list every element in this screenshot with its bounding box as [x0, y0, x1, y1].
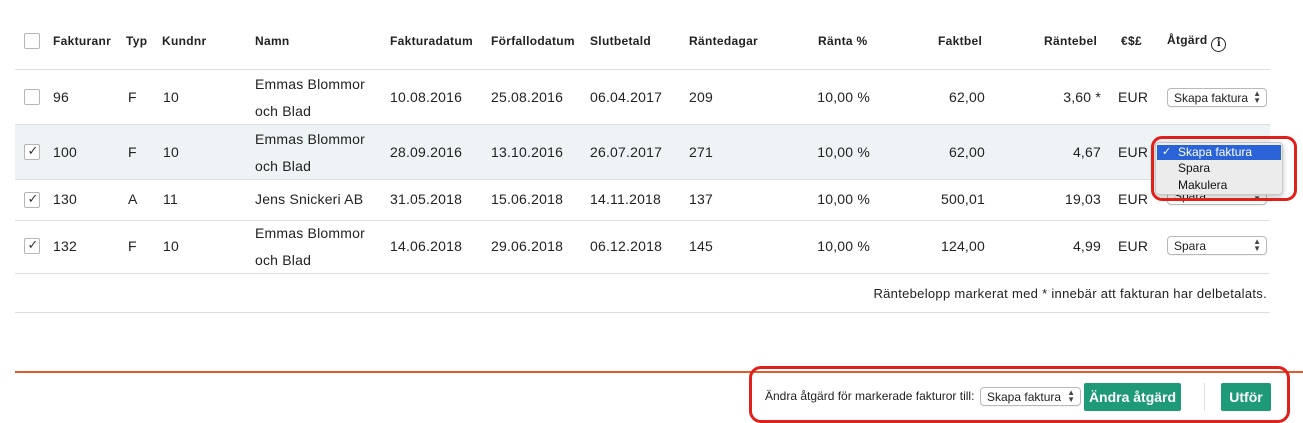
cell-slutbetald: 26.07.2017	[590, 144, 663, 160]
table-row[interactable]: 96 F 10 Emmas Blommor och Blad 10.08.201…	[15, 70, 1270, 125]
cell-typ: A	[128, 191, 138, 207]
row-checkbox[interactable]: ✓	[24, 191, 40, 208]
cell-rantedagar: 137	[689, 191, 713, 207]
check-icon: ✓	[27, 191, 39, 206]
cell-kundnr: 11	[163, 191, 178, 207]
info-icon[interactable]: i	[1211, 37, 1227, 52]
cell-faktbel: 500,01	[940, 191, 985, 207]
cell-namn-line2: och Blad	[255, 103, 312, 119]
cell-forfallodatum: 15.06.2018	[491, 191, 564, 207]
cell-rantedagar: 271	[689, 144, 713, 160]
row-checkbox[interactable]: ✓	[24, 237, 40, 254]
cell-fakturanr: 130	[53, 191, 77, 207]
cell-ranta: 10,00 %	[817, 89, 870, 105]
check-icon: ✓	[27, 143, 39, 158]
cell-forfallodatum: 29.06.2018	[491, 238, 564, 254]
cell-namn-line2: och Blad	[255, 252, 312, 268]
select-arrows-icon: ▲▼	[1253, 89, 1261, 105]
cell-forfallodatum: 25.08.2016	[491, 89, 564, 105]
cell-fakturanr: 96	[53, 89, 69, 105]
cell-ranta: 10,00 %	[817, 238, 870, 254]
col-namn[interactable]: Namn	[255, 34, 290, 48]
cell-typ: F	[128, 89, 137, 105]
row-checkbox[interactable]	[24, 89, 40, 105]
col-atgard-label: Åtgärd	[1167, 33, 1208, 47]
select-all-checkbox[interactable]	[24, 33, 40, 49]
col-ranta[interactable]: Ränta %	[818, 34, 867, 48]
table-row[interactable]: ✓ 130 A 11 Jens Snickeri AB 31.05.2018 1…	[15, 180, 1270, 221]
cell-namn-line1: Emmas Blommor	[255, 225, 365, 241]
cell-faktbel: 62,00	[948, 89, 985, 105]
check-icon: ✓	[27, 237, 39, 252]
partial-payment-note: Räntebelopp markerat med * innebär att f…	[873, 286, 1267, 301]
cell-rantebel: 4,99	[1072, 238, 1101, 254]
cell-ranta: 10,00 %	[817, 191, 870, 207]
cell-fakturanr: 100	[53, 144, 77, 160]
cell-namn-line1: Jens Snickeri AB	[255, 191, 364, 207]
cell-fakturadatum: 10.08.2016	[390, 89, 463, 105]
cell-valuta: EUR	[1118, 191, 1149, 207]
cell-kundnr: 10	[163, 144, 179, 160]
cell-namn-line1: Emmas Blommor	[255, 76, 365, 92]
cell-faktbel: 62,00	[948, 144, 985, 160]
cell-kundnr: 10	[163, 238, 179, 254]
cell-faktbel: 124,00	[940, 238, 985, 254]
col-slutbetald[interactable]: Slutbetald	[590, 34, 651, 48]
action-select-value: Skapa faktura	[1174, 91, 1249, 105]
col-rantebel[interactable]: Räntebel	[1044, 34, 1097, 48]
action-select-value: Spara	[1174, 239, 1207, 253]
cell-fakturanr: 132	[53, 238, 77, 254]
highlight-annotation-dropdown	[1151, 136, 1297, 201]
col-atgard: Åtgärd i	[1167, 33, 1227, 52]
cell-namn-line1: Emmas Blommor	[255, 131, 365, 147]
cell-rantebel: 4,67	[1072, 144, 1101, 160]
cell-fakturadatum: 28.09.2016	[390, 144, 463, 160]
cell-valuta: EUR	[1118, 144, 1149, 160]
highlight-annotation-footer	[749, 366, 1290, 423]
cell-typ: F	[128, 238, 137, 254]
cell-valuta: EUR	[1118, 238, 1149, 254]
cell-namn-line2: och Blad	[255, 158, 312, 174]
cell-rantebel: 3,60 *	[1063, 89, 1101, 105]
cell-rantebel: 19,03	[1064, 191, 1101, 207]
cell-fakturadatum: 14.06.2018	[390, 238, 463, 254]
col-forfallodatum[interactable]: Förfallodatum	[491, 34, 575, 48]
cell-forfallodatum: 13.10.2016	[491, 144, 564, 160]
cell-slutbetald: 06.12.2018	[590, 238, 663, 254]
cell-rantedagar: 209	[689, 89, 713, 105]
cell-fakturadatum: 31.05.2018	[390, 191, 463, 207]
cell-rantedagar: 145	[689, 238, 713, 254]
table-row[interactable]: ✓ 100 F 10 Emmas Blommor och Blad 28.09.…	[15, 125, 1270, 180]
cell-ranta: 10,00 %	[817, 144, 870, 160]
action-select[interactable]: Spara ▲▼	[1167, 236, 1267, 255]
table-header: Fakturanr Typ Kundnr Namn Fakturadatum F…	[15, 0, 1270, 70]
cell-slutbetald: 06.04.2017	[590, 89, 663, 105]
cell-typ: F	[128, 144, 137, 160]
col-faktbel[interactable]: Faktbel	[938, 34, 982, 48]
col-rantedagar[interactable]: Räntedagar	[689, 34, 758, 48]
col-typ[interactable]: Typ	[126, 34, 147, 48]
col-fakturanr[interactable]: Fakturanr	[53, 34, 111, 48]
col-kundnr[interactable]: Kundnr	[162, 34, 206, 48]
table-row[interactable]: ✓ 132 F 10 Emmas Blommor och Blad 14.06.…	[15, 221, 1270, 274]
col-valuta[interactable]: €$£	[1121, 34, 1142, 48]
action-select[interactable]: Skapa faktura ▲ ▼	[1167, 88, 1267, 107]
cell-valuta: EUR	[1118, 89, 1149, 105]
select-arrows-icon: ▲▼	[1253, 237, 1261, 253]
row-checkbox[interactable]: ✓	[24, 143, 40, 160]
cell-slutbetald: 14.11.2018	[590, 191, 662, 207]
col-fakturadatum[interactable]: Fakturadatum	[390, 34, 473, 48]
cell-kundnr: 10	[163, 89, 179, 105]
